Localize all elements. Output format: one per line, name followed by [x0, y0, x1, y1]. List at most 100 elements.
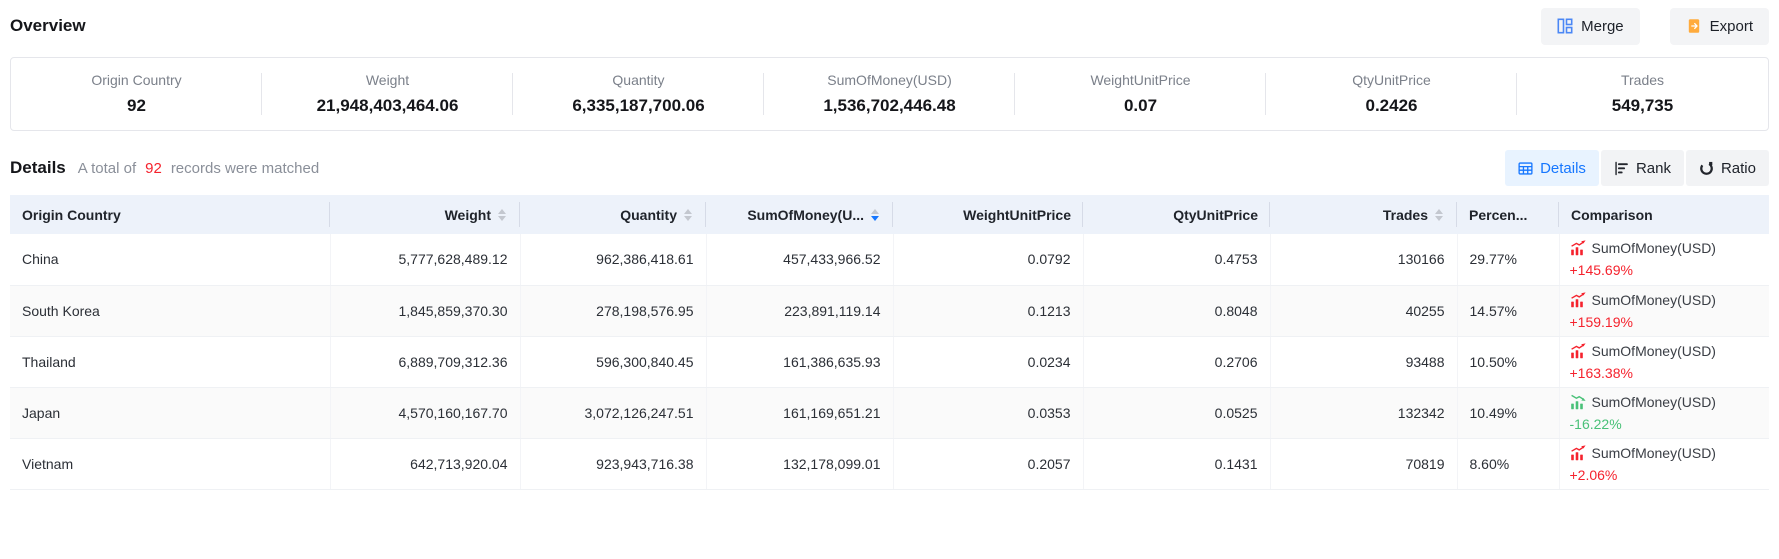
cell-percentage: 14.57%	[1457, 285, 1559, 336]
details-heading: Details A total of 92 records were match…	[10, 158, 319, 178]
sort-control[interactable]	[869, 208, 881, 222]
comparison-metric: SumOfMoney(USD)	[1592, 238, 1716, 258]
summary-prefix: A total of	[78, 160, 136, 177]
cell-weight-unit-price: 0.2057	[893, 438, 1083, 489]
trend-up-icon	[1570, 343, 1586, 359]
tab-label: Rank	[1636, 160, 1671, 177]
ratio-icon	[1699, 161, 1714, 176]
stat-qtyunitprice: QtyUnitPrice 0.2426	[1266, 72, 1517, 116]
cell-comparison: SumOfMoney(USD) -16.22%	[1559, 387, 1769, 438]
tab-rank[interactable]: Rank	[1601, 150, 1684, 186]
trend-up-icon	[1570, 445, 1586, 461]
column-header-comparison: Comparison	[1559, 195, 1769, 234]
cell-origin-country: Vietnam	[10, 438, 330, 489]
cell-weight: 6,889,709,312.36	[330, 336, 520, 387]
comparison-change: +163.38%	[1570, 363, 1760, 383]
cell-sum-of-money: 161,169,651.21	[706, 387, 893, 438]
sort-control[interactable]	[1433, 208, 1445, 222]
cell-origin-country: Japan	[10, 387, 330, 438]
trade-overview-page: Overview Merge	[0, 0, 1779, 490]
cell-comparison: SumOfMoney(USD) +145.69%	[1559, 234, 1769, 285]
column-header-quantity: Quantity	[520, 195, 706, 234]
stat-value: 1,536,702,446.48	[764, 96, 1015, 116]
cell-weight-unit-price: 0.0234	[893, 336, 1083, 387]
table-row[interactable]: Thailand 6,889,709,312.36 596,300,840.45…	[10, 336, 1769, 387]
cell-sum-of-money: 161,386,635.93	[706, 336, 893, 387]
cell-weight-unit-price: 0.1213	[893, 285, 1083, 336]
column-label: Origin Country	[22, 207, 121, 223]
cell-weight-unit-price: 0.0792	[893, 234, 1083, 285]
stat-value: 21,948,403,464.06	[262, 96, 513, 116]
cell-quantity: 596,300,840.45	[520, 336, 706, 387]
records-summary: A total of 92 records were matched	[78, 160, 319, 177]
cell-trades: 130166	[1270, 234, 1457, 285]
stat-value: 6,335,187,700.06	[513, 96, 764, 116]
column-header-sumofmoney-u: SumOfMoney(U...	[706, 195, 893, 234]
details-bar: Details A total of 92 records were match…	[10, 149, 1769, 187]
view-tabs: Details Rank Ratio	[1505, 150, 1769, 186]
comparison-change: +145.69%	[1570, 260, 1760, 280]
merge-button[interactable]: Merge	[1541, 8, 1640, 45]
column-label: Percen...	[1469, 207, 1527, 223]
stat-value: 92	[11, 96, 262, 116]
cell-quantity: 962,386,418.61	[520, 234, 706, 285]
stat-value: 0.2426	[1266, 96, 1517, 116]
details-title: Details	[10, 158, 66, 178]
comparison-metric: SumOfMoney(USD)	[1592, 290, 1716, 310]
stat-sumofmoney-usd: SumOfMoney(USD) 1,536,702,446.48	[764, 72, 1015, 116]
table-row[interactable]: South Korea 1,845,859,370.30 278,198,576…	[10, 285, 1769, 336]
overview-stats-card: Origin Country 92 Weight 21,948,403,464.…	[10, 57, 1769, 131]
stat-label: Weight	[262, 72, 513, 88]
cell-percentage: 8.60%	[1457, 438, 1559, 489]
sort-asc-icon	[684, 209, 692, 214]
column-header-trades: Trades	[1270, 195, 1457, 234]
stat-value: 549,735	[1517, 96, 1768, 116]
sort-desc-icon	[871, 216, 879, 221]
table-row[interactable]: China 5,777,628,489.12 962,386,418.61 45…	[10, 234, 1769, 285]
sort-asc-icon	[871, 209, 879, 214]
tab-label: Ratio	[1721, 160, 1756, 177]
column-label: WeightUnitPrice	[963, 207, 1071, 223]
cell-weight: 5,777,628,489.12	[330, 234, 520, 285]
stat-label: Trades	[1517, 72, 1768, 88]
cell-origin-country: Thailand	[10, 336, 330, 387]
sort-desc-icon	[1435, 216, 1443, 221]
merge-button-label: Merge	[1581, 18, 1624, 35]
merge-icon	[1557, 18, 1573, 34]
export-button[interactable]: Export	[1670, 8, 1769, 45]
comparison-change: -16.22%	[1570, 414, 1760, 434]
table-header-row: Origin Country Weight Quantity SumOfMone…	[10, 195, 1769, 234]
stat-weightunitprice: WeightUnitPrice 0.07	[1015, 72, 1266, 116]
cell-origin-country: South Korea	[10, 285, 330, 336]
topbar-actions: Merge Export	[1541, 8, 1769, 45]
column-label: Quantity	[620, 207, 677, 223]
cell-sum-of-money: 132,178,099.01	[706, 438, 893, 489]
rank-icon	[1614, 161, 1629, 176]
cell-quantity: 923,943,716.38	[520, 438, 706, 489]
cell-sum-of-money: 223,891,119.14	[706, 285, 893, 336]
cell-quantity: 3,072,126,247.51	[520, 387, 706, 438]
cell-comparison: SumOfMoney(USD) +2.06%	[1559, 438, 1769, 489]
tab-details[interactable]: Details	[1505, 150, 1599, 186]
cell-qty-unit-price: 0.1431	[1083, 438, 1270, 489]
trend-up-icon	[1570, 240, 1586, 256]
cell-qty-unit-price: 0.8048	[1083, 285, 1270, 336]
column-label: Trades	[1383, 207, 1428, 223]
cell-percentage: 10.50%	[1457, 336, 1559, 387]
column-header-percen: Percen...	[1457, 195, 1559, 234]
table-row[interactable]: Vietnam 642,713,920.04 923,943,716.38 13…	[10, 438, 1769, 489]
stat-value: 0.07	[1015, 96, 1266, 116]
cell-comparison: SumOfMoney(USD) +163.38%	[1559, 336, 1769, 387]
details-table: Origin Country Weight Quantity SumOfMone…	[10, 195, 1769, 490]
sort-control[interactable]	[496, 208, 508, 222]
sort-control[interactable]	[682, 208, 694, 222]
cell-trades: 40255	[1270, 285, 1457, 336]
tab-ratio[interactable]: Ratio	[1686, 150, 1769, 186]
cell-sum-of-money: 457,433,966.52	[706, 234, 893, 285]
stat-label: SumOfMoney(USD)	[764, 72, 1015, 88]
stat-trades: Trades 549,735	[1517, 72, 1768, 116]
column-header-weight: Weight	[330, 195, 520, 234]
stat-weight: Weight 21,948,403,464.06	[262, 72, 513, 116]
cell-qty-unit-price: 0.4753	[1083, 234, 1270, 285]
table-row[interactable]: Japan 4,570,160,167.70 3,072,126,247.51 …	[10, 387, 1769, 438]
